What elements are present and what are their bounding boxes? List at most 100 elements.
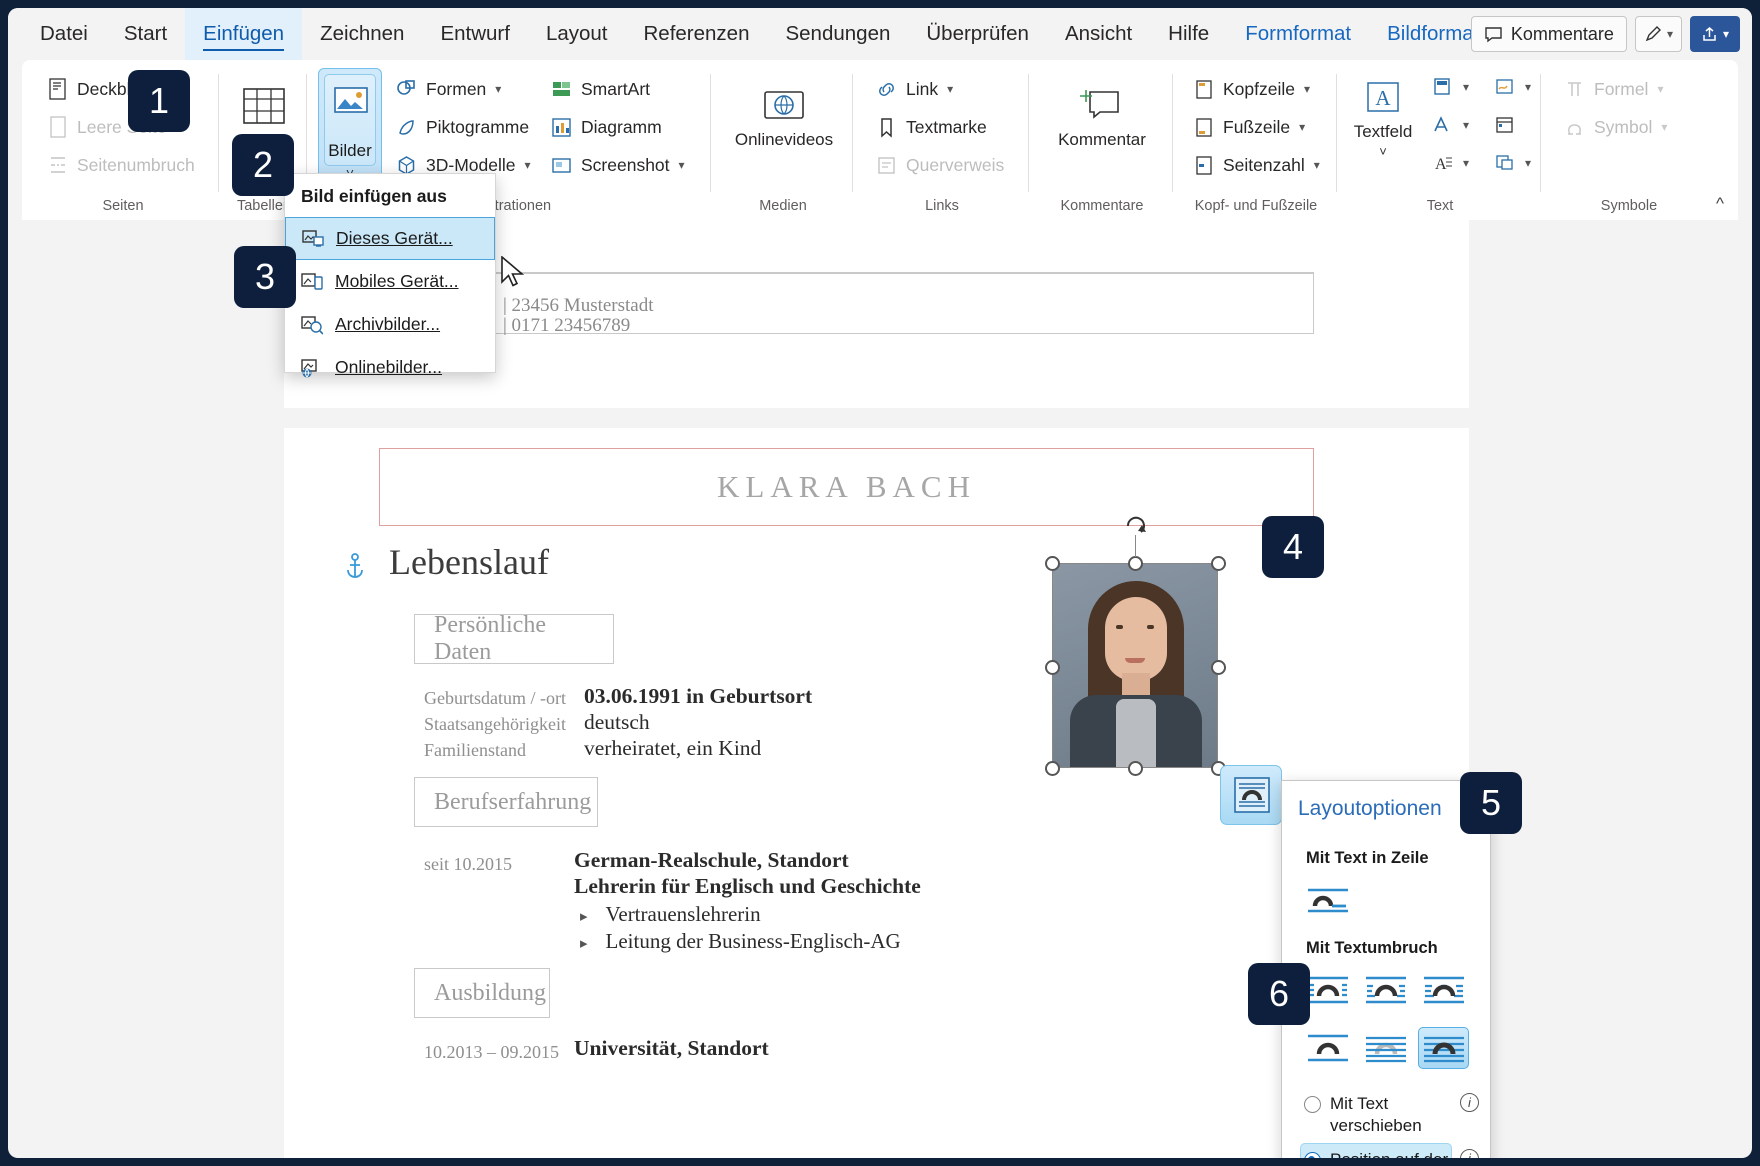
chevron-down-icon[interactable]: ▾ <box>1463 156 1469 170</box>
ribbon-item-fusszeile[interactable]: Fußzeile ▾ <box>1188 108 1326 146</box>
layout-options-icon <box>1233 776 1271 814</box>
resize-handle-bl[interactable] <box>1045 761 1060 776</box>
tab-entwurf[interactable]: Entwurf <box>422 8 528 60</box>
page-break-icon <box>48 154 68 176</box>
radio-fix-position[interactable]: Position auf der Seite fixieren <box>1304 1149 1454 1158</box>
menu-item-mobiles-geraet[interactable]: Mobiles Gerät... <box>285 260 495 303</box>
ribbon-item-textfeld[interactable]: A Textfeld ˅ <box>1348 74 1418 159</box>
chevron-down-icon[interactable]: ▾ <box>1463 80 1469 94</box>
resize-handle-mr[interactable] <box>1211 660 1226 675</box>
chevron-down-icon[interactable]: ▾ <box>1304 82 1310 96</box>
chevron-down-icon[interactable]: ▾ <box>1299 120 1305 134</box>
chevron-down-icon[interactable]: ▾ <box>495 82 501 96</box>
resize-handle-bc[interactable] <box>1128 761 1143 776</box>
chevron-down-icon[interactable]: ▾ <box>679 158 685 172</box>
ribbon-group-label: Symbole <box>1600 198 1658 214</box>
chevron-up-icon[interactable]: ^ <box>1716 194 1724 214</box>
resize-handle-tr[interactable] <box>1211 556 1226 571</box>
header-text-box[interactable]: | 23456 Musterstadt | 0171 23456789 <box>484 272 1314 336</box>
menu-item-onlinebilder[interactable]: Onlinebilder... <box>285 346 495 389</box>
row-label: 10.2013 – 09.2015 <box>424 1042 559 1062</box>
section-heading-ausbildung: Ausbildung <box>414 968 550 1018</box>
ribbon-item-link[interactable]: Link ▾ <box>870 70 1010 108</box>
chevron-down-icon[interactable]: ▾ <box>524 158 530 172</box>
ribbon-item-seitenumbruch[interactable]: Seitenumbruch <box>42 146 201 184</box>
wrap-option-top-and-bottom[interactable] <box>1304 1029 1351 1067</box>
ribbon-item-piktogramme[interactable]: Piktogramme <box>390 108 537 146</box>
ribbon-item-wordart[interactable]: ▾ <box>1426 106 1475 144</box>
ribbon-item-symbol[interactable]: Symbol ▾ <box>1558 108 1673 146</box>
ribbon-group-links: Link ▾ Textmarke Querverweis Links <box>856 60 1028 220</box>
ribbon-item-kommentar[interactable]: Kommentar <box>1058 80 1146 150</box>
ribbon-item-onlinevideos[interactable]: Onlinevideos <box>735 80 833 150</box>
wrap-option-square[interactable] <box>1304 971 1351 1009</box>
share-button[interactable]: ▾ <box>1689 16 1740 52</box>
name-banner-box[interactable]: KLARA BACH <box>379 448 1314 526</box>
tab-ansicht[interactable]: Ansicht <box>1047 8 1150 60</box>
chevron-down-icon[interactable]: ▾ <box>1657 82 1663 96</box>
ribbon-item-objekt[interactable]: ▾ <box>1488 144 1537 182</box>
tab-einfuegen[interactable]: Einfügen <box>185 8 303 60</box>
ribbon-item-initiale[interactable]: A ▾ <box>1426 144 1475 182</box>
stock-images-icon <box>301 315 323 335</box>
callout-badge-2: 2 <box>232 134 294 196</box>
resize-handle-tl[interactable] <box>1045 556 1060 571</box>
chevron-down-icon[interactable]: ▾ <box>947 82 953 96</box>
ribbon-item-smartart[interactable]: SmartArt <box>545 70 691 108</box>
inserted-photo[interactable] <box>1052 563 1218 768</box>
chevron-down-icon[interactable]: ▾ <box>1314 158 1320 172</box>
wrap-option-tight[interactable] <box>1362 971 1409 1009</box>
menu-item-dieses-geraet[interactable]: Dieses Gerät... <box>285 217 495 260</box>
chevron-down-icon[interactable]: ˅ <box>1379 144 1387 159</box>
ribbon-item-label: Kommentar <box>1058 130 1146 149</box>
tab-referenzen[interactable]: Referenzen <box>626 8 768 60</box>
ribbon-item-diagramm[interactable]: Diagramm <box>545 108 691 146</box>
wrap-option-in-line-with-text[interactable] <box>1304 881 1351 919</box>
ribbon-item-label: Seitenumbruch <box>77 154 195 175</box>
tab-ueberpruefen[interactable]: Überprüfen <box>908 8 1047 60</box>
resize-handle-ml[interactable] <box>1045 660 1060 675</box>
ribbon-item-formel[interactable]: Formel ▾ <box>1558 70 1673 108</box>
chevron-down-icon[interactable]: ▾ <box>1661 120 1667 134</box>
info-icon[interactable]: i <box>1460 1093 1479 1112</box>
comments-button[interactable]: Kommentare <box>1470 16 1627 52</box>
ribbon-item-schnellbausteine[interactable]: ▾ <box>1426 68 1475 106</box>
ribbon-item-datum-uhrzeit[interactable] <box>1488 106 1537 144</box>
ribbon-item-textmarke[interactable]: Textmarke <box>870 108 1010 146</box>
ribbon-item-label: Piktogramme <box>426 116 530 137</box>
tab-formformat[interactable]: Formformat <box>1227 8 1369 60</box>
tab-datei[interactable]: Datei <box>22 8 106 60</box>
editing-mode-button[interactable]: ▾ <box>1634 16 1682 52</box>
ribbon-item-label: Textmarke <box>906 116 987 137</box>
ribbon-item-formen[interactable]: Formen ▾ <box>390 70 537 108</box>
wrap-option-through[interactable] <box>1420 971 1467 1009</box>
menu-item-archivbilder[interactable]: Archivbilder... <box>285 303 495 346</box>
icons-icon <box>396 117 417 138</box>
tab-layout[interactable]: Layout <box>528 8 626 60</box>
tab-start[interactable]: Start <box>106 8 185 60</box>
ribbon-item-screenshot[interactable]: Screenshot ▾ <box>545 146 691 184</box>
chevron-down-icon[interactable]: ▾ <box>1525 80 1531 94</box>
chevron-down-icon[interactable]: ▾ <box>1525 156 1531 170</box>
resize-handle-tc[interactable] <box>1128 556 1143 571</box>
ribbon-group-label: Seiten <box>102 198 144 214</box>
wrap-option-behind-text[interactable] <box>1362 1029 1409 1067</box>
ribbon-item-kopfzeile[interactable]: Kopfzeile ▾ <box>1188 70 1326 108</box>
ribbon-item-querverweis[interactable]: Querverweis <box>870 146 1010 184</box>
tab-hilfe[interactable]: Hilfe <box>1150 8 1227 60</box>
row-label: seit 10.2015 <box>424 854 512 874</box>
tab-zeichnen[interactable]: Zeichnen <box>302 8 422 60</box>
callout-badge-5: 5 <box>1460 772 1522 834</box>
tab-sendungen[interactable]: Sendungen <box>767 8 908 60</box>
document-canvas[interactable]: | 23456 Musterstadt | 0171 23456789 KLAR… <box>22 220 1738 1158</box>
wrap-option-in-front-of-text[interactable] <box>1418 1027 1469 1069</box>
photo-mouth <box>1125 658 1145 663</box>
chevron-down-icon[interactable]: ▾ <box>1463 118 1469 132</box>
row-value: verheiratet, ein Kind <box>584 736 762 760</box>
rotate-handle-icon[interactable] <box>1122 510 1152 540</box>
radio-move-with-text[interactable]: Mit Text verschieben <box>1304 1093 1454 1138</box>
info-icon[interactable]: i <box>1460 1149 1479 1158</box>
ribbon-item-seitenzahl[interactable]: Seitenzahl ▾ <box>1188 146 1326 184</box>
ribbon-item-signaturzeile[interactable]: ▾ <box>1488 68 1537 106</box>
layout-options-button[interactable] <box>1220 765 1282 825</box>
